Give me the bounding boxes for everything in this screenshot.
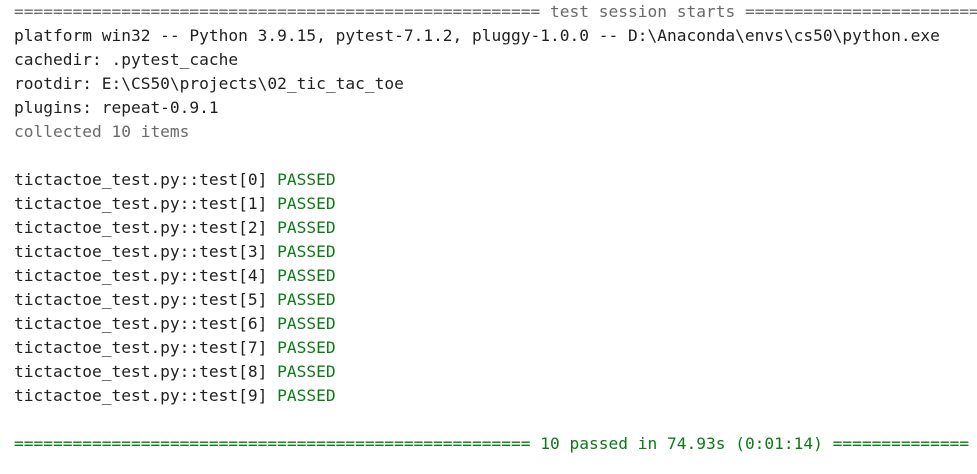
header-rule-left: ========================================… <box>14 2 541 21</box>
test-name: tictactoe_test.py::test[3] <box>14 242 268 261</box>
session-header: ========================================… <box>14 0 977 24</box>
test-status: PASSED <box>277 242 336 261</box>
test-result-line: tictactoe_test.py::test[1] PASSED <box>14 192 977 216</box>
test-name: tictactoe_test.py::test[7] <box>14 338 268 357</box>
test-name: tictactoe_test.py::test[4] <box>14 266 268 285</box>
test-result-line: tictactoe_test.py::test[0] PASSED <box>14 168 977 192</box>
test-name: tictactoe_test.py::test[1] <box>14 194 268 213</box>
summary-rule-right: ============== <box>832 434 970 453</box>
test-status: PASSED <box>277 362 336 381</box>
test-name: tictactoe_test.py::test[5] <box>14 290 268 309</box>
platform-line: platform win32 -- Python 3.9.15, pytest-… <box>14 26 940 45</box>
test-result-line: tictactoe_test.py::test[2] PASSED <box>14 216 977 240</box>
test-result-line: tictactoe_test.py::test[4] PASSED <box>14 264 977 288</box>
summary-rule-left: ========================================… <box>14 434 531 453</box>
header-rule-right: ========================================… <box>744 2 977 21</box>
test-status: PASSED <box>277 314 336 333</box>
summary-text: 10 passed in 74.93s (0:01:14) <box>540 434 823 453</box>
plugins-line: plugins: repeat-0.9.1 <box>14 98 219 117</box>
rootdir-line: rootdir: E:\CS50\projects\02_tic_tac_toe <box>14 74 404 93</box>
test-result-line: tictactoe_test.py::test[7] PASSED <box>14 336 977 360</box>
test-result-line: tictactoe_test.py::test[3] PASSED <box>14 240 977 264</box>
test-status: PASSED <box>277 290 336 309</box>
test-name: tictactoe_test.py::test[6] <box>14 314 268 333</box>
cachedir-line: cachedir: .pytest_cache <box>14 50 239 69</box>
test-result-line: tictactoe_test.py::test[5] PASSED <box>14 288 977 312</box>
test-result-line: tictactoe_test.py::test[9] PASSED <box>14 384 977 408</box>
test-status: PASSED <box>277 218 336 237</box>
test-status: PASSED <box>277 194 336 213</box>
test-name: tictactoe_test.py::test[2] <box>14 218 268 237</box>
test-status: PASSED <box>277 266 336 285</box>
collected-line: collected 10 items <box>14 122 190 141</box>
test-result-line: tictactoe_test.py::test[6] PASSED <box>14 312 977 336</box>
terminal-output: ========================================… <box>14 0 977 456</box>
summary-line: ========================================… <box>14 432 977 456</box>
test-status: PASSED <box>277 386 336 405</box>
test-name: tictactoe_test.py::test[9] <box>14 386 268 405</box>
test-name: tictactoe_test.py::test[0] <box>14 170 268 189</box>
test-result-line: tictactoe_test.py::test[8] PASSED <box>14 360 977 384</box>
test-status: PASSED <box>277 338 336 357</box>
test-name: tictactoe_test.py::test[8] <box>14 362 268 381</box>
test-status: PASSED <box>277 170 336 189</box>
header-title: test session starts <box>550 2 736 21</box>
